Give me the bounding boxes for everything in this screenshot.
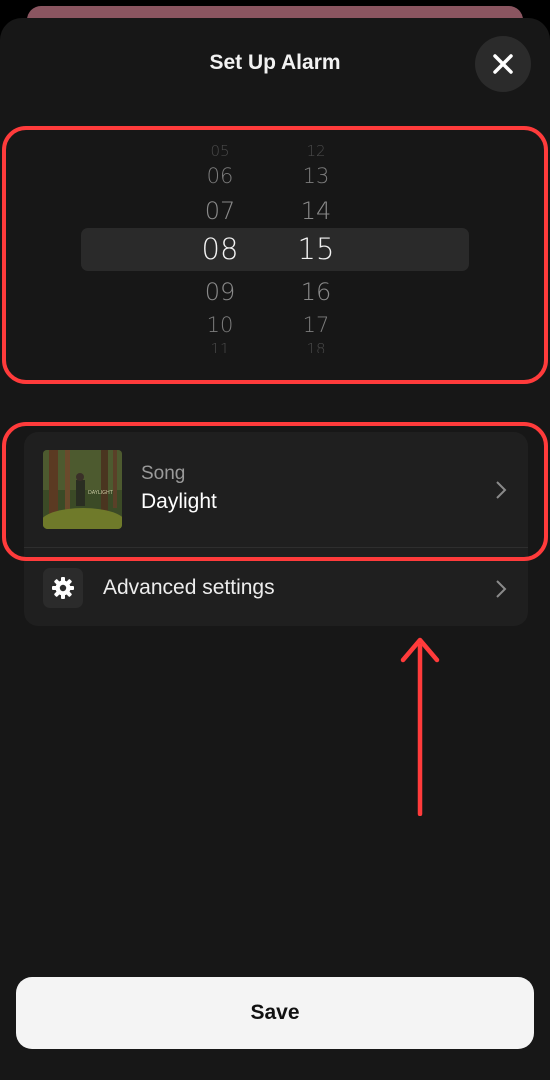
- annotation-box-song: [2, 422, 548, 561]
- save-button[interactable]: Save: [16, 977, 534, 1049]
- chevron-right-icon: [496, 580, 507, 598]
- gear-icon: [52, 577, 74, 599]
- annotation-box-time-picker: [2, 126, 548, 384]
- gear-icon-box: [43, 568, 83, 608]
- close-icon: [493, 54, 513, 74]
- advanced-settings-label: Advanced settings: [103, 576, 275, 599]
- annotation-arrow-up-icon: [400, 637, 440, 816]
- close-button[interactable]: [475, 36, 531, 92]
- page-title: Set Up Alarm: [209, 51, 341, 74]
